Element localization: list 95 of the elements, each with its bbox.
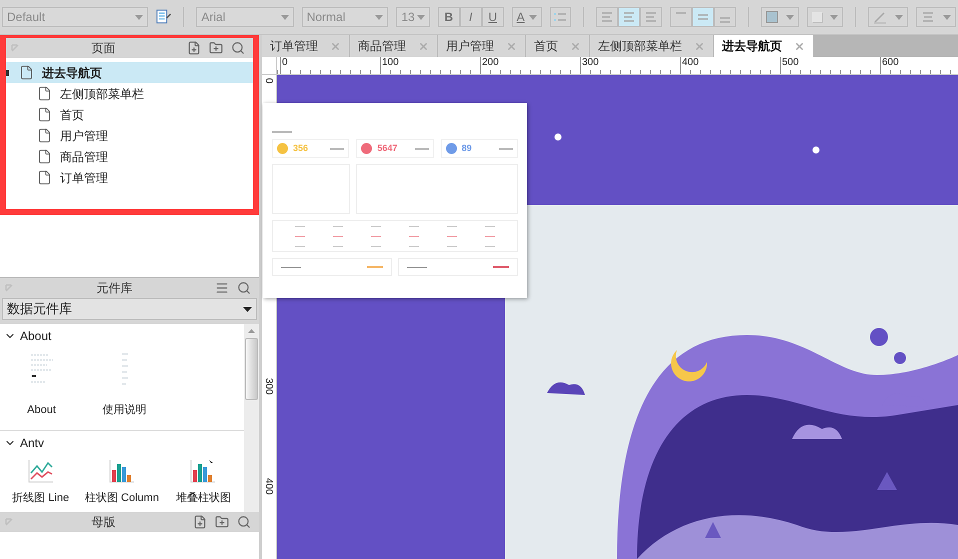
ruler-label: 300: [263, 378, 273, 395]
caret-icon: [134, 14, 143, 20]
add-folder-icon[interactable]: [215, 515, 229, 529]
caret-icon: [830, 14, 838, 20]
ruler-label: 100: [382, 57, 399, 68]
library-item[interactable]: 堆叠柱状图: [162, 455, 244, 510]
document-tab[interactable]: 左侧顶部菜单栏: [590, 35, 714, 57]
document-tab[interactable]: 进去导航页: [714, 35, 814, 57]
document-tab[interactable]: 订单管理: [262, 35, 350, 57]
ruler-label: 400: [682, 57, 699, 68]
add-page-icon[interactable]: [193, 515, 207, 529]
search-icon[interactable]: [237, 281, 251, 295]
ruler-label: 600: [882, 57, 899, 68]
close-icon[interactable]: [570, 40, 581, 52]
page-tree-item[interactable]: 进去导航页: [6, 62, 253, 83]
library-section-header[interactable]: Antv: [0, 431, 244, 455]
page-icon: [19, 65, 34, 80]
page-icon: [37, 128, 52, 143]
document-edit-icon[interactable]: [156, 9, 172, 25]
panel-title: 页面: [90, 40, 116, 57]
close-icon[interactable]: [694, 40, 705, 52]
align-button[interactable]: [596, 7, 618, 27]
close-icon[interactable]: [506, 40, 517, 52]
thumbnail-icon: [120, 352, 128, 386]
page-tree-item[interactable]: 左侧顶部菜单栏: [6, 83, 253, 104]
align-button[interactable]: [618, 7, 640, 27]
caret-icon: [280, 14, 289, 20]
page-tree-item[interactable]: 商品管理: [6, 146, 253, 167]
caret-icon: [895, 14, 903, 20]
add-folder-icon[interactable]: [209, 41, 223, 55]
vertical-align-button[interactable]: [670, 7, 692, 27]
vertical-align-button[interactable]: [714, 7, 736, 27]
library-dropdown[interactable]: 数据元件库: [2, 298, 257, 320]
caret-icon: [416, 14, 425, 20]
document-tab[interactable]: 首页: [526, 35, 590, 57]
page-tree-item[interactable]: 订单管理: [6, 167, 253, 188]
page-icon: [37, 86, 52, 101]
ruler-label: 0: [263, 78, 273, 84]
pencil-icon: [873, 10, 887, 24]
library-item[interactable]: 折线图 Line: [0, 455, 82, 510]
expanded-marker-icon[interactable]: [6, 70, 11, 76]
search-icon[interactable]: [237, 515, 251, 529]
color-swatch-icon: [766, 11, 778, 23]
ruler-label: 200: [482, 57, 499, 68]
ruler-label: 300: [582, 57, 599, 68]
scrollbar[interactable]: [244, 324, 259, 512]
add-page-icon[interactable]: [187, 41, 201, 55]
caret-icon: [375, 14, 384, 20]
line-color-button[interactable]: [868, 7, 908, 27]
document-tab[interactable]: 用户管理: [438, 35, 526, 57]
caret-icon: [786, 14, 794, 20]
stat-value: 356: [293, 142, 310, 155]
caret-icon: [528, 14, 537, 20]
column-chart-icon: [190, 459, 216, 483]
page-icon: [37, 107, 52, 122]
page-tree-item[interactable]: 用户管理: [6, 125, 253, 146]
close-icon[interactable]: [794, 40, 805, 52]
stat-value: 89: [462, 142, 473, 155]
line-style-icon: [921, 10, 935, 24]
document-tab[interactable]: 商品管理: [350, 35, 438, 57]
stat-value: 5647: [377, 142, 398, 155]
library-item[interactable]: 柱状图 Column: [81, 455, 163, 510]
library-section-header[interactable]: About: [0, 324, 244, 348]
panel-title: 元件库: [96, 280, 134, 297]
align-icon: [644, 10, 658, 24]
vertical-align-button[interactable]: [692, 7, 714, 27]
library-item[interactable]: About: [0, 348, 83, 430]
page-icon: [37, 149, 52, 164]
line-style-button[interactable]: [916, 7, 956, 27]
align-button[interactable]: [640, 7, 662, 27]
caret-icon: [243, 306, 252, 312]
column-chart-icon: [108, 459, 135, 483]
page-icon: [37, 170, 52, 185]
line-chart-icon: [28, 459, 54, 483]
scroll-up-arrow-icon[interactable]: [248, 329, 255, 333]
ruler-label: 500: [782, 57, 799, 68]
align-icon: [600, 10, 614, 24]
vertical-align-icon: [719, 17, 732, 23]
list-icon: [553, 11, 568, 23]
shadow-button[interactable]: [807, 7, 844, 27]
ruler-label: 400: [263, 478, 273, 495]
ruler-label: 0: [282, 57, 288, 68]
close-icon[interactable]: [330, 40, 341, 52]
align-icon: [622, 10, 636, 24]
menu-icon[interactable]: [215, 281, 229, 295]
caret-icon: [943, 14, 951, 20]
search-icon[interactable]: [231, 41, 245, 55]
panel-title: 母版: [90, 514, 116, 531]
fill-color-button[interactable]: [761, 7, 800, 27]
library-item[interactable]: 使用说明: [83, 348, 166, 430]
close-icon[interactable]: [418, 40, 429, 52]
vertical-align-icon: [697, 14, 710, 20]
shadow-icon: [812, 12, 822, 22]
bullet-list-button[interactable]: [550, 7, 572, 27]
page-tree-item[interactable]: 首页: [6, 104, 253, 125]
